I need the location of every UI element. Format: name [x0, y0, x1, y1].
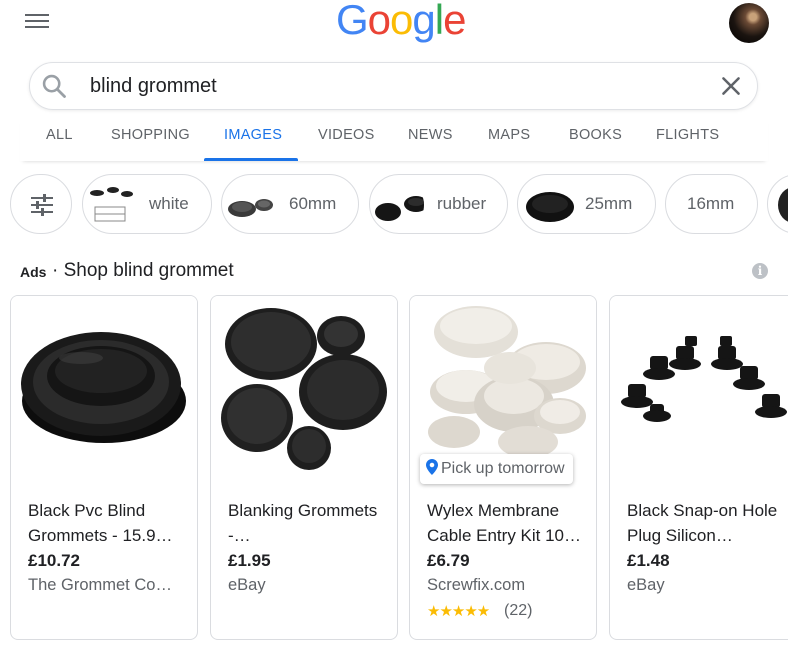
logo-letter: e — [443, 0, 466, 43]
product-price: £1.95 — [228, 551, 271, 570]
product-title: Wylex Membrane Cable Entry Kit 10… — [427, 501, 582, 545]
menu-icon[interactable] — [25, 10, 49, 30]
tab-images[interactable]: IMAGES — [224, 127, 282, 143]
product-title: Blanking Grommets -… — [228, 501, 378, 545]
chip-label: 16mm — [687, 194, 735, 213]
product-card[interactable]: Black Pvc Blind Grommets - 15.9… £10.72 … — [10, 295, 198, 640]
filter-chip-more[interactable] — [767, 174, 788, 234]
product-store: eBay — [627, 576, 665, 594]
chip-label: rubber — [437, 194, 487, 213]
review-count: (22) — [504, 602, 533, 619]
logo-letter: o — [367, 0, 391, 43]
product-card[interactable]: Black Snap-on Hole Plug Silicon… £1.48 e… — [609, 295, 788, 640]
product-image — [610, 296, 788, 486]
chip-thumbnail — [520, 179, 578, 231]
location-pin-icon — [426, 459, 438, 475]
logo-letter: l — [434, 0, 444, 43]
product-image — [211, 296, 397, 486]
search-icon[interactable] — [40, 72, 68, 100]
tab-all[interactable]: ALL — [46, 127, 73, 143]
product-image — [11, 296, 197, 486]
tab-books[interactable]: BOOKS — [569, 127, 622, 143]
product-price: £1.48 — [627, 551, 670, 570]
avatar[interactable] — [729, 3, 769, 43]
tab-shopping[interactable]: SHOPPING — [111, 127, 190, 143]
product-card[interactable]: Pick up tomorrow Wylex Membrane Cable En… — [409, 295, 597, 640]
product-price: £10.72 — [28, 551, 80, 570]
filter-chip-rubber[interactable]: rubber — [369, 174, 508, 234]
product-store: The Grommet Co… — [28, 576, 172, 594]
tab-flights[interactable]: FLIGHTS — [656, 127, 719, 143]
chip-label: white — [149, 194, 189, 213]
search-tabs: ALL SHOPPING IMAGES VIDEOS NEWS MAPS BOO… — [20, 119, 768, 161]
filter-chip-white[interactable]: white — [82, 174, 212, 234]
chip-thumbnail — [770, 179, 788, 231]
tab-videos[interactable]: VIDEOS — [318, 127, 375, 143]
search-input[interactable] — [90, 70, 690, 102]
info-icon[interactable]: i — [752, 263, 768, 279]
chip-thumbnail — [224, 179, 276, 231]
product-title: Black Snap-on Hole Plug Silicon… — [627, 501, 778, 545]
logo-letter: G — [336, 0, 369, 43]
chip-label: 25mm — [585, 194, 633, 213]
pickup-text: Pick up tomorrow — [441, 460, 565, 477]
logo-letter: g — [412, 0, 435, 43]
rating-stars: ★★★★★ — [427, 603, 490, 620]
active-tab-indicator — [204, 158, 298, 161]
chip-label: 60mm — [289, 194, 337, 213]
product-card[interactable]: Blanking Grommets -… £1.95 eBay — [210, 295, 398, 640]
filter-chip-60mm[interactable]: 60mm — [221, 174, 359, 234]
chip-thumbnail — [85, 179, 137, 231]
tab-maps[interactable]: MAPS — [488, 127, 530, 143]
close-icon[interactable] — [718, 73, 744, 99]
filter-chip-tools[interactable] — [10, 174, 72, 234]
tab-news[interactable]: NEWS — [408, 127, 453, 143]
chip-thumbnail — [372, 179, 424, 231]
ads-label: Ads — [20, 264, 47, 280]
filter-chip-25mm[interactable]: 25mm — [517, 174, 656, 234]
shopping-section-title: · Shop blind grommet — [52, 260, 234, 281]
pickup-badge: Pick up tomorrow — [420, 454, 573, 484]
product-store: Screwfix.com — [427, 576, 526, 594]
tune-icon — [31, 194, 53, 216]
logo-letter: o — [390, 0, 413, 43]
product-title: Black Pvc Blind Grommets - 15.9… — [28, 501, 173, 545]
product-store: eBay — [228, 576, 266, 594]
product-price: £6.79 — [427, 551, 470, 570]
google-logo[interactable]: Google — [336, 0, 466, 44]
filter-chip-16mm[interactable]: 16mm — [665, 174, 758, 234]
